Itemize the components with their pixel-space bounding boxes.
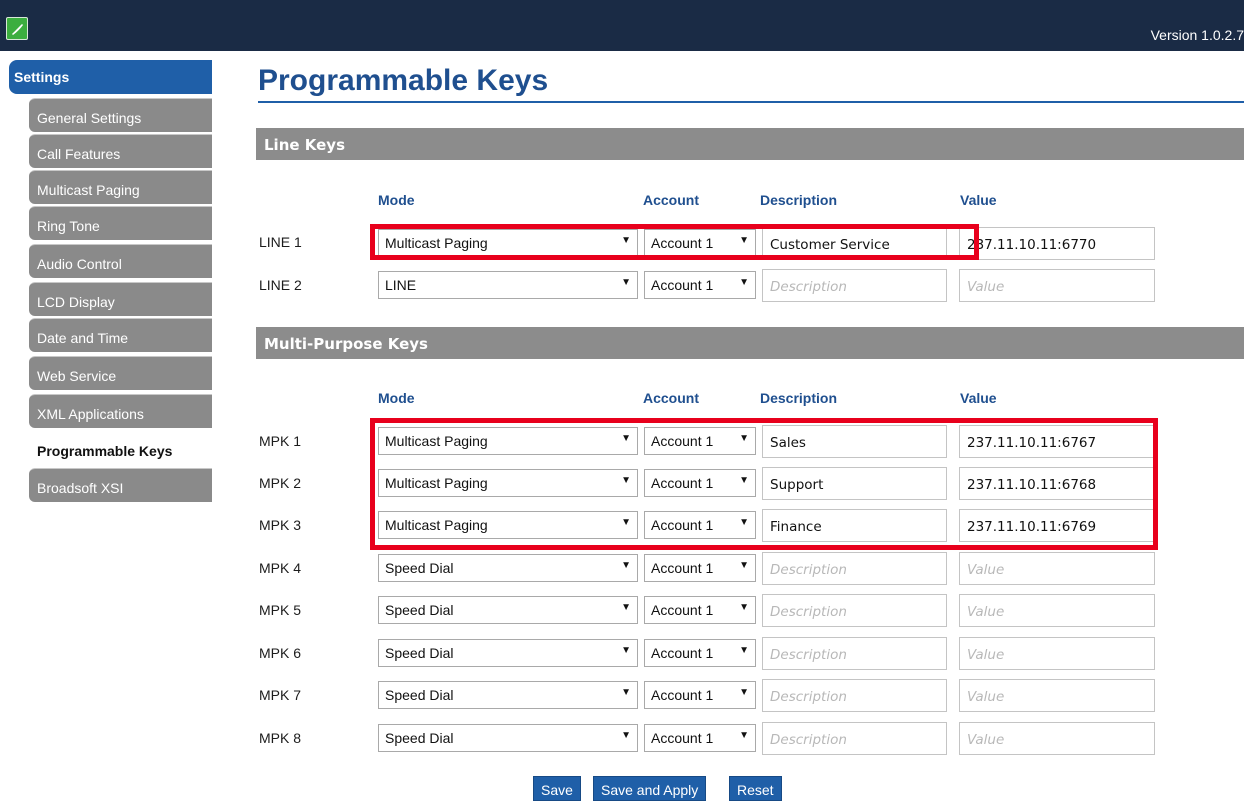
mode-select-mpk-7[interactable]: Speed Dial ▼	[378, 681, 638, 709]
phone-icon	[6, 17, 28, 40]
col-account: Account	[643, 192, 699, 208]
sidebar-item-date-and-time[interactable]: Date and Time	[29, 318, 212, 352]
description-input-line-2[interactable]: Description	[762, 269, 947, 302]
description-input-mpk-6[interactable]: Description	[762, 637, 947, 670]
top-bar: Version 1.0.2.7	[0, 0, 1244, 51]
sidebar-item-broadsoft-xsi[interactable]: Broadsoft XSI	[29, 468, 212, 502]
account-select-mpk-5[interactable]: Account 1 ▼	[644, 596, 756, 624]
page-title: Programmable Keys	[258, 64, 549, 97]
account-value: Account 1	[651, 560, 714, 576]
col-description: Description	[760, 390, 838, 406]
row-label-mpk-2: MPK 2	[259, 475, 302, 491]
dropdown-arrow-icon: ▼	[621, 602, 631, 613]
reset-button[interactable]: Reset	[729, 776, 782, 801]
mode-select-mpk-5[interactable]: Speed Dial ▼	[378, 596, 638, 624]
account-select-mpk-4[interactable]: Account 1 ▼	[644, 554, 756, 582]
dropdown-arrow-icon: ▼	[739, 277, 749, 288]
value-input-mpk-6[interactable]: Value	[959, 637, 1155, 670]
value-input-line-2[interactable]: Value	[959, 269, 1155, 302]
account-value: Account 1	[651, 687, 714, 703]
mode-select-mpk-6[interactable]: Speed Dial ▼	[378, 639, 638, 667]
account-select-line-2[interactable]: Account 1 ▼	[644, 271, 756, 299]
sidebar-header-settings[interactable]: Settings	[9, 60, 212, 94]
dropdown-arrow-icon: ▼	[621, 645, 631, 656]
dropdown-arrow-icon: ▼	[739, 687, 749, 698]
save-button[interactable]: Save	[533, 776, 581, 801]
description-input-mpk-8[interactable]: Description	[762, 722, 947, 755]
row-label-mpk-7: MPK 7	[259, 687, 302, 703]
sidebar-item-general-settings[interactable]: General Settings	[29, 98, 212, 132]
section-multi-purpose-keys: Multi-Purpose Keys	[256, 327, 1244, 359]
section-line-keys: Line Keys	[256, 128, 1244, 160]
col-description: Description	[760, 192, 838, 208]
mode-select-line-2[interactable]: LINE ▼	[378, 271, 638, 299]
mode-select-mpk-8[interactable]: Speed Dial ▼	[378, 724, 638, 752]
version-label: Version 1.0.2.7	[1150, 27, 1244, 43]
row-label-mpk-1: MPK 1	[259, 433, 302, 449]
row-label-mpk-5: MPK 5	[259, 602, 302, 618]
dropdown-arrow-icon: ▼	[739, 560, 749, 571]
title-divider	[258, 101, 1244, 103]
dropdown-arrow-icon: ▼	[739, 730, 749, 741]
dropdown-arrow-icon: ▼	[739, 602, 749, 613]
dropdown-arrow-icon: ▼	[739, 645, 749, 656]
mode-value: Speed Dial	[385, 645, 454, 661]
col-value: Value	[960, 192, 997, 208]
row-label-mpk-6: MPK 6	[259, 645, 302, 661]
dropdown-arrow-icon: ▼	[621, 730, 631, 741]
sidebar-item-lcd-display[interactable]: LCD Display	[29, 282, 212, 316]
account-select-mpk-8[interactable]: Account 1 ▼	[644, 724, 756, 752]
row-label-mpk-4: MPK 4	[259, 560, 302, 576]
highlight-box-mpk-1-3	[370, 418, 1158, 550]
sidebar-item-ring-tone[interactable]: Ring Tone	[29, 206, 212, 240]
row-label-line-2: LINE 2	[259, 277, 302, 293]
account-value: Account 1	[651, 645, 714, 661]
row-label-mpk-8: MPK 8	[259, 730, 302, 746]
sidebar-item-call-features[interactable]: Call Features	[29, 134, 212, 168]
save-and-apply-button[interactable]: Save and Apply	[593, 776, 707, 801]
dropdown-arrow-icon: ▼	[621, 277, 631, 288]
description-input-mpk-7[interactable]: Description	[762, 679, 947, 712]
account-select-mpk-6[interactable]: Account 1 ▼	[644, 639, 756, 667]
col-value: Value	[960, 390, 997, 406]
value-input-mpk-8[interactable]: Value	[959, 722, 1155, 755]
value-input-mpk-5[interactable]: Value	[959, 594, 1155, 627]
highlight-box-line-1	[370, 224, 979, 260]
col-mode: Mode	[378, 390, 415, 406]
mode-select-mpk-4[interactable]: Speed Dial ▼	[378, 554, 638, 582]
value-input-mpk-4[interactable]: Value	[959, 552, 1155, 585]
description-input-mpk-4[interactable]: Description	[762, 552, 947, 585]
mode-value: Speed Dial	[385, 560, 454, 576]
col-mode: Mode	[378, 192, 415, 208]
mode-value: Speed Dial	[385, 730, 454, 746]
dropdown-arrow-icon: ▼	[621, 560, 631, 571]
description-input-mpk-5[interactable]: Description	[762, 594, 947, 627]
mode-value: Speed Dial	[385, 602, 454, 618]
sidebar-item-programmable-keys[interactable]: Programmable Keys	[29, 432, 212, 466]
sidebar-item-xml-applications[interactable]: XML Applications	[29, 394, 212, 428]
account-value: Account 1	[651, 730, 714, 746]
mode-value: Speed Dial	[385, 687, 454, 703]
sidebar-item-audio-control[interactable]: Audio Control	[29, 244, 212, 278]
row-label-mpk-3: MPK 3	[259, 517, 302, 533]
sidebar-item-multicast-paging[interactable]: Multicast Paging	[29, 170, 212, 204]
col-account: Account	[643, 390, 699, 406]
value-input-line-1[interactable]: 237.11.10.11:6770	[959, 227, 1155, 260]
value-input-mpk-7[interactable]: Value	[959, 679, 1155, 712]
account-value: Account 1	[651, 277, 714, 293]
sidebar-item-web-service[interactable]: Web Service	[29, 356, 212, 390]
mode-value: LINE	[385, 277, 417, 293]
dropdown-arrow-icon: ▼	[621, 687, 631, 698]
account-value: Account 1	[651, 602, 714, 618]
row-label-line-1: LINE 1	[259, 234, 302, 250]
account-select-mpk-7[interactable]: Account 1 ▼	[644, 681, 756, 709]
